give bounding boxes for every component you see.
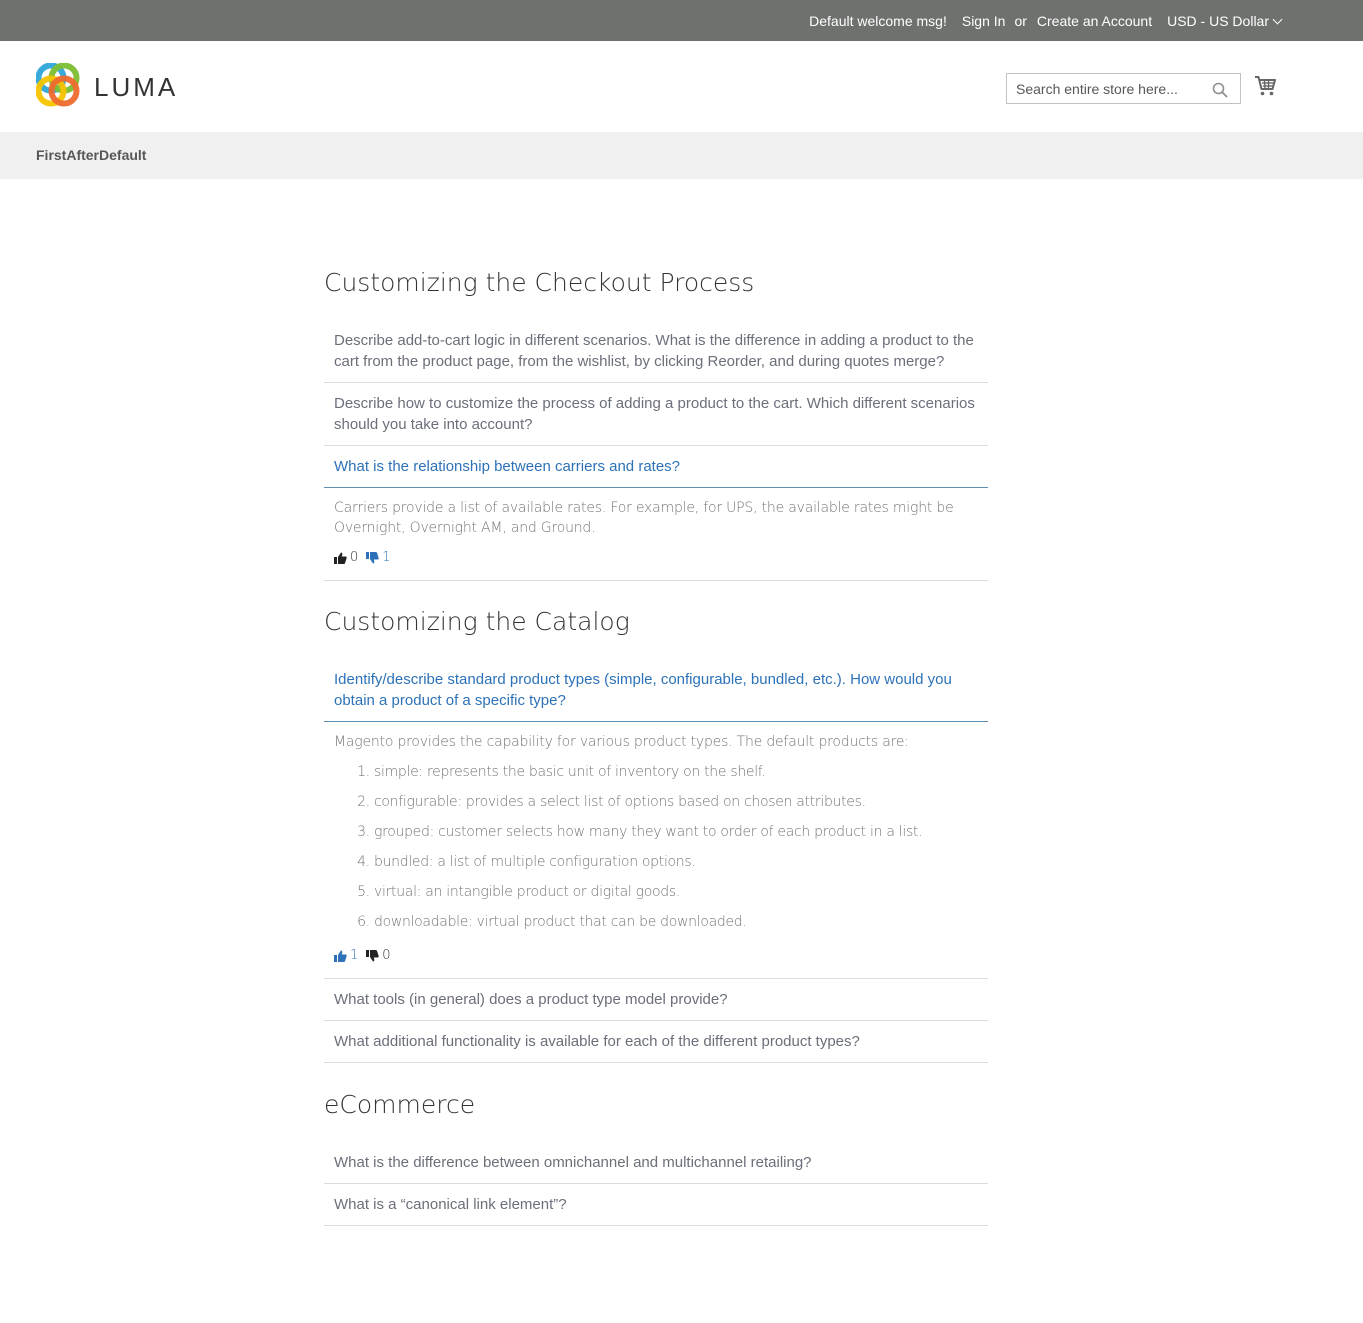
chevron-down-icon (1272, 14, 1283, 24)
like-button[interactable]: 0 (334, 548, 358, 568)
faq-question[interactable]: Describe add-to-cart logic in different … (324, 320, 988, 383)
dislike-button[interactable]: 1 (366, 548, 391, 568)
answer-text: Magento provides the capability for vari… (334, 734, 909, 750)
faq-question[interactable]: What is a “canonical link element”? (324, 1184, 988, 1226)
search-input[interactable] (1007, 74, 1207, 103)
faq-answer: Carriers provide a list of available rat… (324, 488, 988, 581)
search-box (1006, 73, 1241, 104)
faq-question[interactable]: What is the difference between omnichann… (324, 1142, 988, 1184)
like-count: 0 (350, 550, 359, 565)
list-item: downloadable: virtual product that can b… (374, 912, 978, 932)
like-button[interactable]: 1 (334, 946, 358, 966)
faq-question[interactable]: What tools (in general) does a product t… (324, 979, 988, 1021)
thumbs-down-icon (366, 950, 379, 962)
luma-logo-icon (36, 63, 80, 107)
header-links: Default welcome msg! Sign In or Create a… (794, 0, 1283, 41)
faq-section-ecommerce: eCommerce What is the difference between… (324, 1088, 988, 1226)
list-item: virtual: an intangible product or digita… (374, 882, 978, 902)
sign-in-link[interactable]: Sign In (962, 13, 1006, 29)
search-icon[interactable] (1212, 82, 1228, 98)
section-title: eCommerce (324, 1090, 476, 1119)
list-item: configurable: provides a select list of … (374, 792, 978, 812)
faq-question[interactable]: Describe how to customize the process of… (324, 383, 988, 446)
section-title: Customizing the Checkout Process (324, 268, 755, 297)
thumbs-up-icon (334, 552, 347, 564)
faq-question-open[interactable]: What is the relationship between carrier… (324, 446, 988, 488)
faq-section-catalog: Customizing the Catalog Identify/describ… (324, 605, 988, 1063)
vote-bar: 1 0 (334, 946, 978, 966)
dislike-count: 1 (382, 550, 391, 565)
thumbs-up-icon (334, 950, 347, 962)
list-item: bundled: a list of multiple configuratio… (374, 852, 978, 872)
list-item: simple: represents the basic unit of inv… (374, 762, 978, 782)
faq-question[interactable]: What additional functionality is availab… (324, 1021, 988, 1063)
nav-item-firstafterdefault[interactable]: FirstAfterDefault (36, 147, 146, 163)
dislike-count: 0 (382, 948, 391, 963)
currency-switcher[interactable]: USD - US Dollar (1167, 12, 1283, 29)
answer-text: Carriers provide a list of available rat… (334, 500, 954, 536)
create-account-link[interactable]: Create an Account (1037, 13, 1152, 29)
logo-text: LUMA (94, 72, 179, 102)
or-text: or (1014, 12, 1027, 29)
main-navigation: FirstAfterDefault (0, 132, 1363, 179)
welcome-message: Default welcome msg! (809, 12, 947, 29)
faq-section-checkout: Customizing the Checkout Process Describ… (324, 266, 988, 581)
product-types-list: simple: represents the basic unit of inv… (374, 762, 978, 932)
list-item: grouped: customer selects how many they … (374, 822, 978, 842)
faq-answer: Magento provides the capability for vari… (324, 722, 988, 979)
store-logo[interactable]: LUMA (36, 63, 186, 109)
top-bar: Default welcome msg! Sign In or Create a… (0, 0, 1363, 41)
like-count: 1 (350, 948, 359, 963)
currency-label: USD - US Dollar (1167, 12, 1269, 29)
faq-question-open[interactable]: Identify/describe standard product types… (324, 659, 988, 722)
vote-bar: 0 1 (334, 548, 978, 568)
dislike-button[interactable]: 0 (366, 946, 391, 966)
faq-content: Customizing the Checkout Process Describ… (324, 266, 988, 1226)
cart-icon (1255, 76, 1276, 96)
section-title: Customizing the Catalog (324, 607, 630, 636)
minicart-button[interactable] (1254, 75, 1276, 102)
thumbs-down-icon (366, 552, 379, 564)
